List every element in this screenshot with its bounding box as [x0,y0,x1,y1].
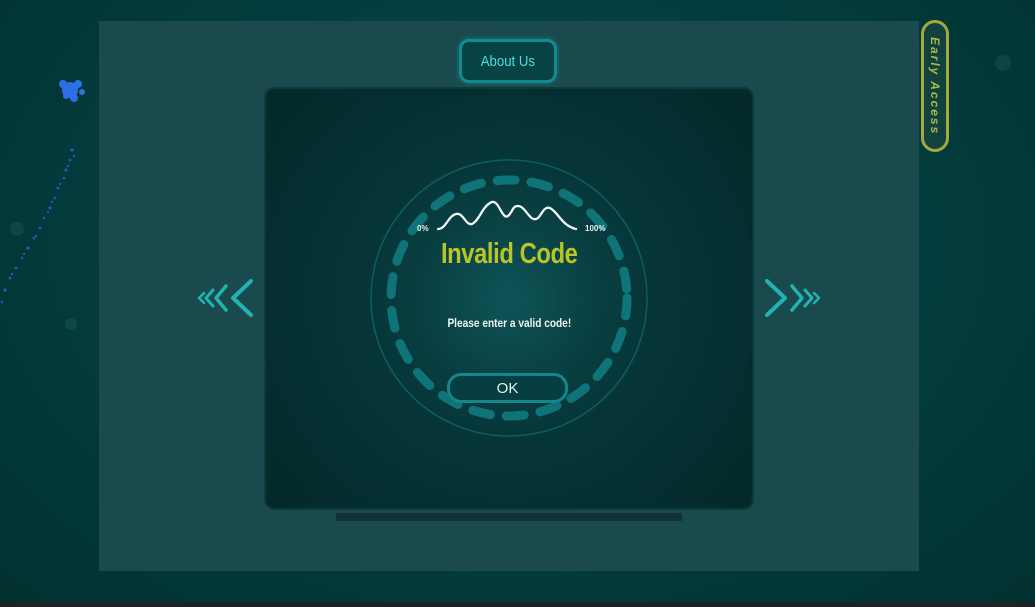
dialog-title: Invalid Code [380,238,638,271]
early-access-label: Early Access [928,36,942,136]
progress-min-label: 0% [417,224,429,233]
ok-button[interactable]: OK [447,373,568,403]
early-access-button[interactable]: Early Access [921,20,949,152]
ok-label: OK [496,379,519,397]
waveform-icon [436,200,578,231]
about-us-label: About Us [480,52,536,70]
dialog-title-text: Invalid Code [440,238,578,270]
bokeh-dot [65,318,77,330]
double-chevron-left-icon[interactable] [196,278,256,318]
progress-max-label: 100% [585,224,606,233]
bottom-bar [0,602,1035,607]
about-us-button[interactable]: About Us [459,39,557,83]
double-chevron-right-icon[interactable] [762,278,822,318]
dialog-message: Please enter a valid code! [380,318,638,330]
bokeh-dot [995,55,1011,71]
panel-base-shadow [336,513,682,521]
bokeh-dot [10,222,24,236]
dialog-message-text: Please enter a valid code! [447,318,571,330]
particle-sparkle [0,80,85,304]
